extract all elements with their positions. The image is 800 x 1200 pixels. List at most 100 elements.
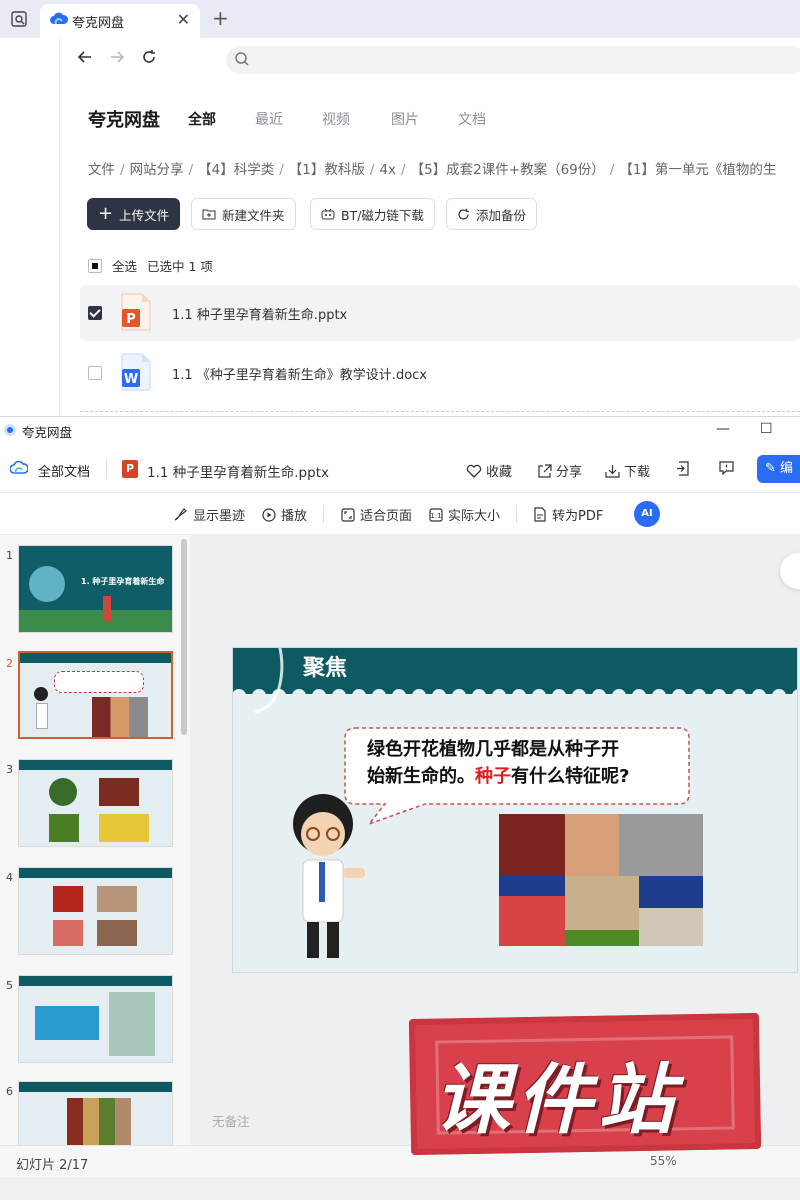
actual-size-button[interactable]: 1:1 实际大小: [429, 505, 500, 524]
cloud-icon[interactable]: [10, 461, 28, 475]
tab-all[interactable]: 全部: [188, 109, 216, 129]
breadcrumb-item[interactable]: 【4】科学类: [198, 162, 274, 178]
breadcrumb-item[interactable]: 【1】第一单元《植物的生: [619, 162, 776, 178]
quark-cloud-icon: [50, 12, 68, 25]
thumbnail-scrollbar[interactable]: [181, 539, 187, 735]
file-name[interactable]: 1.1 种子里孕育着新生命.pptx: [172, 304, 347, 323]
play-button[interactable]: 播放: [262, 505, 307, 524]
maximize-icon[interactable]: ☐: [760, 421, 773, 437]
feedback-icon[interactable]: [719, 461, 734, 475]
speaker-notes[interactable]: 无备注: [212, 1111, 250, 1130]
file-checkbox[interactable]: [88, 366, 102, 380]
app-logo-icon: [4, 424, 16, 436]
new-folder-button[interactable]: 新建文件夹: [191, 198, 296, 230]
show-ink-button[interactable]: 显示墨迹: [173, 505, 245, 524]
selected-count: 已选中 1 项: [147, 259, 213, 274]
forward-arrow-icon[interactable]: [108, 48, 126, 66]
pencil-icon: ✎: [765, 461, 776, 476]
reload-icon[interactable]: [140, 48, 158, 66]
brand-title: 夸克网盘: [88, 110, 160, 131]
bt-label: BT/磁力链下载: [341, 207, 424, 223]
slide-thumbnail[interactable]: [18, 975, 173, 1063]
breadcrumb-item[interactable]: 文件: [88, 162, 115, 178]
download-button[interactable]: 下载: [605, 461, 650, 480]
export-icon[interactable]: [676, 461, 690, 476]
tab-recent[interactable]: 最近: [255, 109, 283, 129]
window-titlebar: 夸克网盘 — ☐: [0, 417, 800, 445]
selection-bar: 全选 已选中 1 项: [88, 256, 213, 275]
breadcrumb-item[interactable]: 【5】成套2课件+教案（69份）: [411, 162, 605, 178]
ai-assistant-icon[interactable]: AI: [634, 501, 660, 527]
backup-label: 添加备份: [476, 207, 527, 223]
bt-magnet-download-button[interactable]: BT/磁力链下载: [310, 198, 435, 230]
file-row[interactable]: W 1.1 《种子里孕育着新生命》教学设计.docx: [80, 345, 800, 401]
divider: [323, 505, 324, 523]
pptx-file-icon: P: [121, 293, 151, 331]
browser-tab[interactable]: 夸克网盘 ✕: [40, 4, 200, 38]
play-label: 播放: [281, 509, 308, 524]
select-all-label[interactable]: 全选: [112, 256, 137, 275]
breadcrumb-item[interactable]: 4x: [379, 162, 396, 178]
edit-label: 编: [780, 461, 794, 476]
new-tab-button[interactable]: +: [212, 6, 229, 30]
url-input[interactable]: [226, 46, 800, 74]
document-filename: 1.1 种子里孕育着新生命.pptx: [147, 465, 329, 481]
favorite-button[interactable]: 收藏: [466, 461, 512, 480]
bubble-line-2: 始新生命的。种子有什么特征呢?: [367, 763, 687, 790]
tab-search-icon[interactable]: [10, 10, 28, 28]
minimize-icon[interactable]: —: [716, 421, 730, 437]
edit-button[interactable]: ✎ 编: [757, 455, 800, 483]
back-arrow-icon[interactable]: [76, 48, 94, 66]
bubble-highlight: 种子: [475, 766, 511, 787]
slide-thumbnail[interactable]: [18, 759, 173, 847]
select-all-checkbox[interactable]: [88, 258, 102, 273]
favorite-label: 收藏: [486, 465, 513, 480]
breadcrumb-item[interactable]: 【1】教科版: [289, 162, 365, 178]
convert-pdf-button[interactable]: 转为PDF: [533, 505, 603, 524]
viewer-toolbar: 显示墨迹 播放 适合页面 1:1 实际大小 转为PDF AI: [0, 493, 800, 535]
share-button[interactable]: 分享: [537, 461, 582, 480]
file-row[interactable]: P 1.1 种子里孕育着新生命.pptx: [80, 285, 800, 341]
file-checkbox[interactable]: [88, 306, 102, 320]
close-tab-icon[interactable]: ✕: [177, 10, 190, 29]
bubble-text-b: 有什么特征呢?: [511, 766, 630, 787]
upload-file-button[interactable]: + 上传文件: [87, 198, 181, 230]
file-name[interactable]: 1.1 《种子里孕育着新生命》教学设计.docx: [172, 364, 427, 383]
slide-number: 6: [6, 1085, 13, 1098]
svg-text:P: P: [126, 312, 136, 327]
slide-thumbnail[interactable]: 1. 种子里孕育着新生命: [18, 545, 173, 633]
browser-tab-strip: 夸克网盘 ✕ +: [0, 0, 800, 38]
tab-video[interactable]: 视频: [322, 109, 350, 129]
slide-thumbnail[interactable]: [18, 867, 173, 955]
add-backup-button[interactable]: 添加备份: [446, 198, 538, 230]
breadcrumb-item[interactable]: 网站分享: [130, 162, 184, 178]
slide-thumbnail-active[interactable]: [18, 651, 173, 739]
floating-tool-icon[interactable]: [780, 553, 800, 589]
divider: [80, 411, 800, 412]
slide-header-title: 聚焦: [303, 655, 348, 681]
zoom-level[interactable]: 55%: [650, 1154, 677, 1168]
heart-icon: [466, 464, 482, 478]
bottom-strip: [0, 1177, 800, 1200]
speech-bubble-text: 绿色开花植物几乎都是从种子开 始新生命的。种子有什么特征呢?: [367, 736, 687, 790]
share-label: 分享: [556, 465, 583, 480]
svg-text:W: W: [124, 372, 138, 387]
current-slide: 聚焦 绿色开花植物几乎都是从种子开 始新生命的。种子有什么特征呢?: [232, 647, 798, 973]
slide-thumbnail[interactable]: [18, 1081, 173, 1145]
slide-number: 3: [6, 763, 13, 776]
thumb-title: 1. 种子里孕育着新生命: [81, 577, 165, 586]
backup-sync-icon: [458, 208, 469, 220]
share-icon: [538, 463, 552, 478]
all-documents-link[interactable]: 全部文档: [38, 461, 90, 480]
pdf-icon: [534, 507, 546, 522]
pan-file-manager: 夸克网盘 全部 最近 视频 图片 文档 文件 / 网站分享 / 【4】科学类 / 【1】教科…: [60, 82, 800, 416]
tab-doc[interactable]: 文档: [458, 109, 486, 129]
fit-page-label: 适合页面: [360, 509, 413, 524]
slide-counter: 幻灯片 2/17: [16, 1158, 89, 1173]
divider: [106, 459, 107, 479]
plus-icon: +: [98, 203, 114, 224]
download-icon: [605, 464, 620, 478]
pptx-icon: P: [122, 460, 138, 478]
tab-image[interactable]: 图片: [391, 109, 419, 129]
fit-page-button[interactable]: 适合页面: [341, 505, 412, 524]
